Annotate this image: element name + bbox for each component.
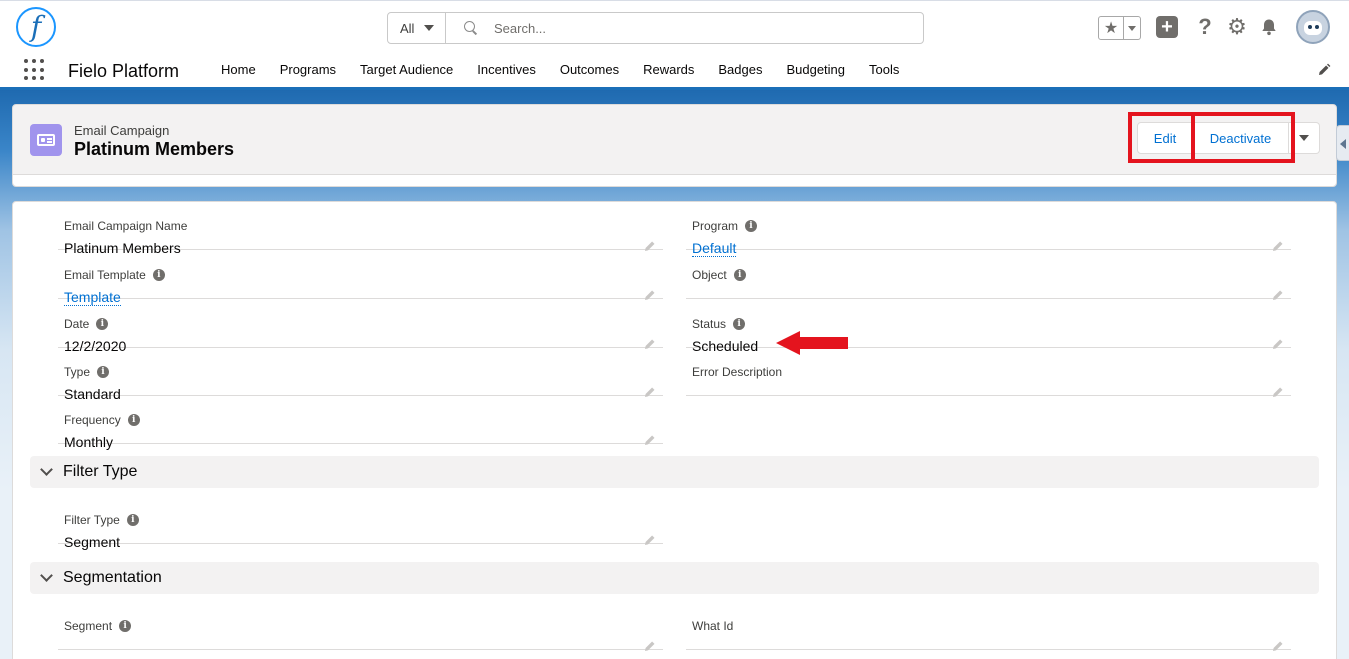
record-name: Platinum Members <box>74 139 235 159</box>
record-type-label: Email Campaign <box>74 123 170 138</box>
edit-pencil-icon[interactable] <box>1271 385 1285 399</box>
search-input[interactable]: Search... <box>494 21 546 36</box>
edit-pencil-icon[interactable] <box>643 533 657 547</box>
field-program: Program i Default <box>686 202 1291 257</box>
nav-tab-target-audience[interactable]: Target Audience <box>348 52 465 87</box>
info-icon[interactable]: i <box>96 318 109 330</box>
info-icon[interactable]: i <box>152 269 165 281</box>
nav-tab-rewards[interactable]: Rewards <box>631 52 706 87</box>
info-icon[interactable]: i <box>745 220 758 232</box>
avatar[interactable] <box>1296 10 1330 44</box>
info-icon[interactable]: i <box>733 318 746 330</box>
star-icon[interactable]: ★ <box>1099 17 1124 39</box>
fielo-logo[interactable]: f <box>16 7 56 47</box>
highlight-box-deactivate <box>1191 112 1295 163</box>
search-scope-dropdown[interactable]: All <box>388 13 446 43</box>
field-label: Program i <box>692 219 758 233</box>
field-value: Segment <box>64 534 121 550</box>
info-icon[interactable]: i <box>119 620 132 632</box>
nav-tab-home[interactable]: Home <box>209 52 268 87</box>
field-label: Email Template i <box>64 268 165 282</box>
edit-pencil-icon[interactable] <box>643 433 657 447</box>
help-icon[interactable]: ? <box>1194 14 1216 39</box>
annotation-arrow-icon <box>776 331 848 355</box>
chevron-down-icon <box>424 25 435 31</box>
nav-tabs: Home Programs Target Audience Incentives… <box>209 52 911 87</box>
field-label: Frequency i <box>64 413 140 427</box>
field-label: Filter Type i <box>64 513 139 527</box>
nav-tab-badges[interactable]: Badges <box>706 52 774 87</box>
info-icon[interactable]: i <box>126 514 139 526</box>
nav-tab-budgeting[interactable]: Budgeting <box>774 52 857 87</box>
nav-tab-programs[interactable]: Programs <box>268 52 348 87</box>
field-frequency: Frequency i Monthly <box>58 396 663 450</box>
record-details: Email Campaign Name Platinum Members Ema… <box>12 201 1337 659</box>
field-object: Object i <box>686 251 1291 300</box>
field-label: Object i <box>692 268 746 282</box>
nav-tab-outcomes[interactable]: Outcomes <box>548 52 631 87</box>
chevron-left-icon <box>1340 139 1346 149</box>
favorites-dropdown[interactable] <box>1124 17 1140 39</box>
utility-panel-toggle[interactable] <box>1336 125 1349 161</box>
field-date: Date i 12/2/2020 <box>58 300 663 354</box>
chevron-down-icon <box>41 467 51 477</box>
add-icon[interactable]: + <box>1156 16 1178 38</box>
edit-pencil-icon[interactable] <box>1271 639 1285 653</box>
info-icon[interactable]: i <box>97 366 110 378</box>
field-email-campaign-name: Email Campaign Name Platinum Members <box>58 202 663 256</box>
field-label: What Id <box>692 619 734 633</box>
info-icon[interactable]: i <box>733 269 746 281</box>
gear-icon[interactable]: ⚙ <box>1226 14 1248 39</box>
field-what-id: What Id <box>686 602 1291 653</box>
global-header: f All Search... ★ + ? ⚙ <box>0 0 1349 52</box>
info-icon[interactable]: i <box>127 414 140 426</box>
field-label: Email Campaign Name <box>64 219 188 233</box>
field-label: Date i <box>64 317 109 331</box>
edit-pencil-icon[interactable] <box>643 639 657 653</box>
search-icon <box>464 21 478 35</box>
field-label: Status i <box>692 317 746 331</box>
app-name: Fielo Platform <box>68 61 180 81</box>
global-search[interactable]: All Search... <box>387 12 924 44</box>
field-segment: Segment i <box>58 602 663 653</box>
chevron-down-icon <box>41 573 51 583</box>
app-navigation: Fielo Platform Home Programs Target Audi… <box>0 52 1349 90</box>
chevron-down-icon <box>1128 25 1136 31</box>
field-label: Type i <box>64 365 110 379</box>
favorites-button[interactable]: ★ <box>1098 16 1141 40</box>
field-value: Monthly <box>64 434 114 450</box>
email-campaign-icon <box>30 124 62 156</box>
field-filter-type: Filter Type i Segment <box>58 496 663 550</box>
nav-tab-tools[interactable]: Tools <box>857 52 911 87</box>
chevron-down-icon <box>1299 135 1309 141</box>
field-type: Type i Standard <box>58 348 663 402</box>
field-label: Error Description <box>692 365 783 379</box>
section-segmentation-header[interactable]: Segmentation <box>30 562 1319 594</box>
section-filter-type-header[interactable]: Filter Type <box>30 456 1319 488</box>
bell-icon[interactable] <box>1258 16 1280 38</box>
app-launcher-icon[interactable] <box>24 59 46 81</box>
highlight-box-edit <box>1128 112 1195 163</box>
nav-tab-incentives[interactable]: Incentives <box>465 52 548 87</box>
field-label: Segment i <box>64 619 132 633</box>
edit-nav-pencil-icon[interactable] <box>1317 63 1331 77</box>
field-email-template: Email Template i Template <box>58 251 663 306</box>
